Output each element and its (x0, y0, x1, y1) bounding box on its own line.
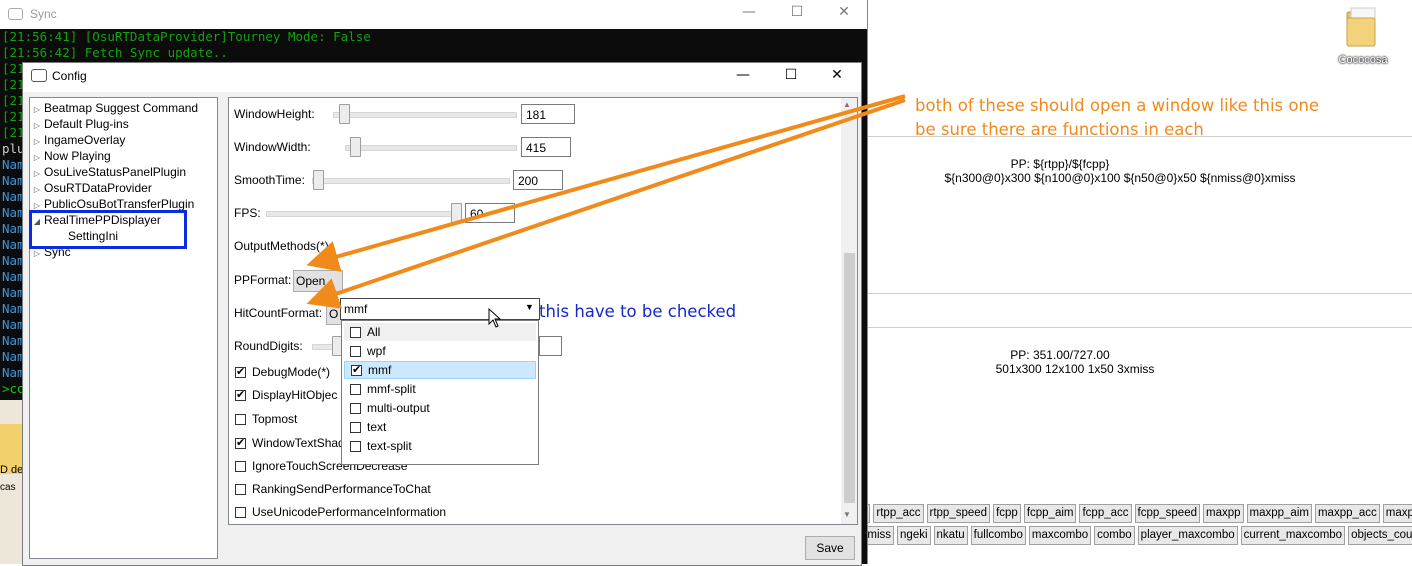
annotation-text-1: both of these should open a window like … (915, 96, 1320, 115)
annotation-checked-note: this have to be checked (539, 302, 737, 321)
annotation-arrows (306, 94, 906, 309)
arrow-to-ppformat (306, 94, 906, 272)
arrow-to-hitcountformat (306, 98, 906, 309)
annotation-text-2: be sure there are functions in each (915, 120, 1204, 139)
